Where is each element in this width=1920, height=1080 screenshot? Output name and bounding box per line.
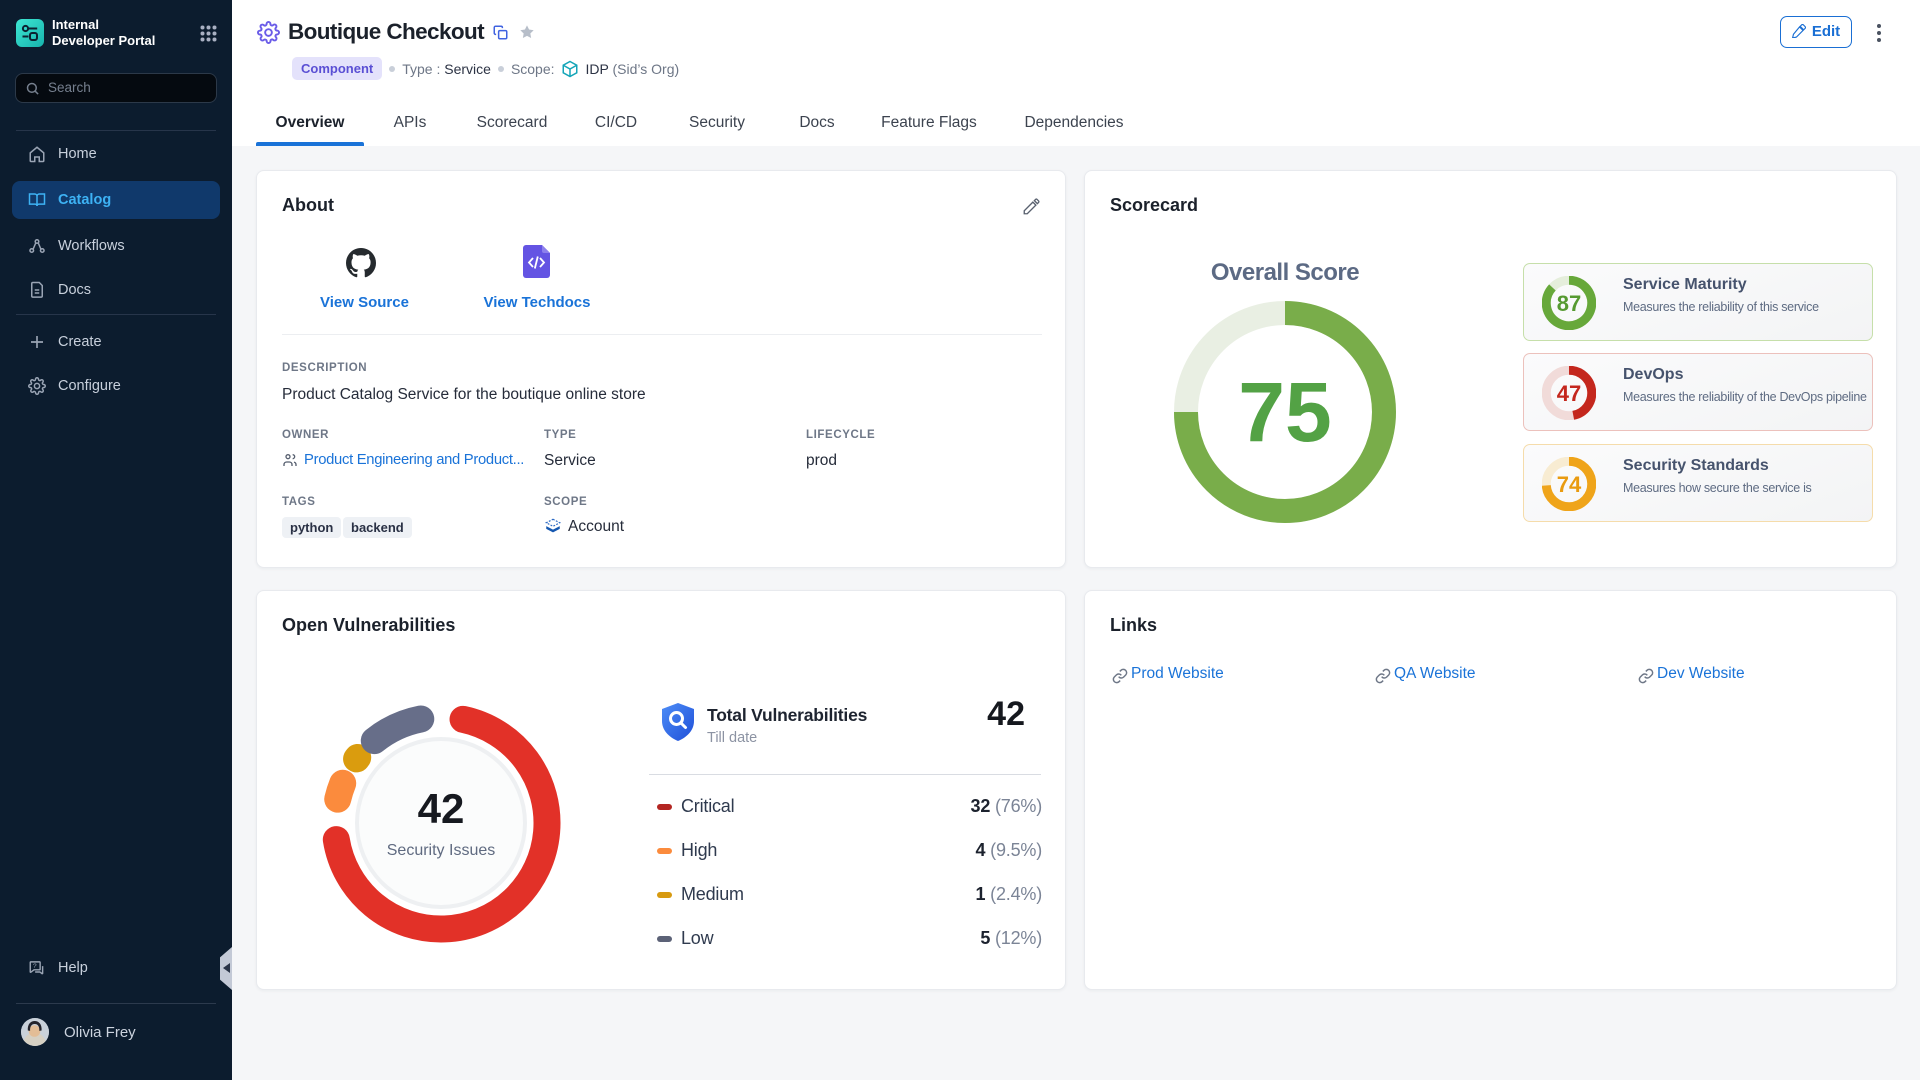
- svg-text:Security Issues: Security Issues: [387, 842, 495, 859]
- svg-text:42: 42: [418, 785, 465, 832]
- svg-text:47: 47: [1557, 381, 1581, 406]
- svg-text:74: 74: [1557, 472, 1582, 497]
- svg-text:?: ?: [33, 963, 37, 970]
- svg-text:75: 75: [1238, 365, 1331, 459]
- svg-text:87: 87: [1557, 291, 1581, 316]
